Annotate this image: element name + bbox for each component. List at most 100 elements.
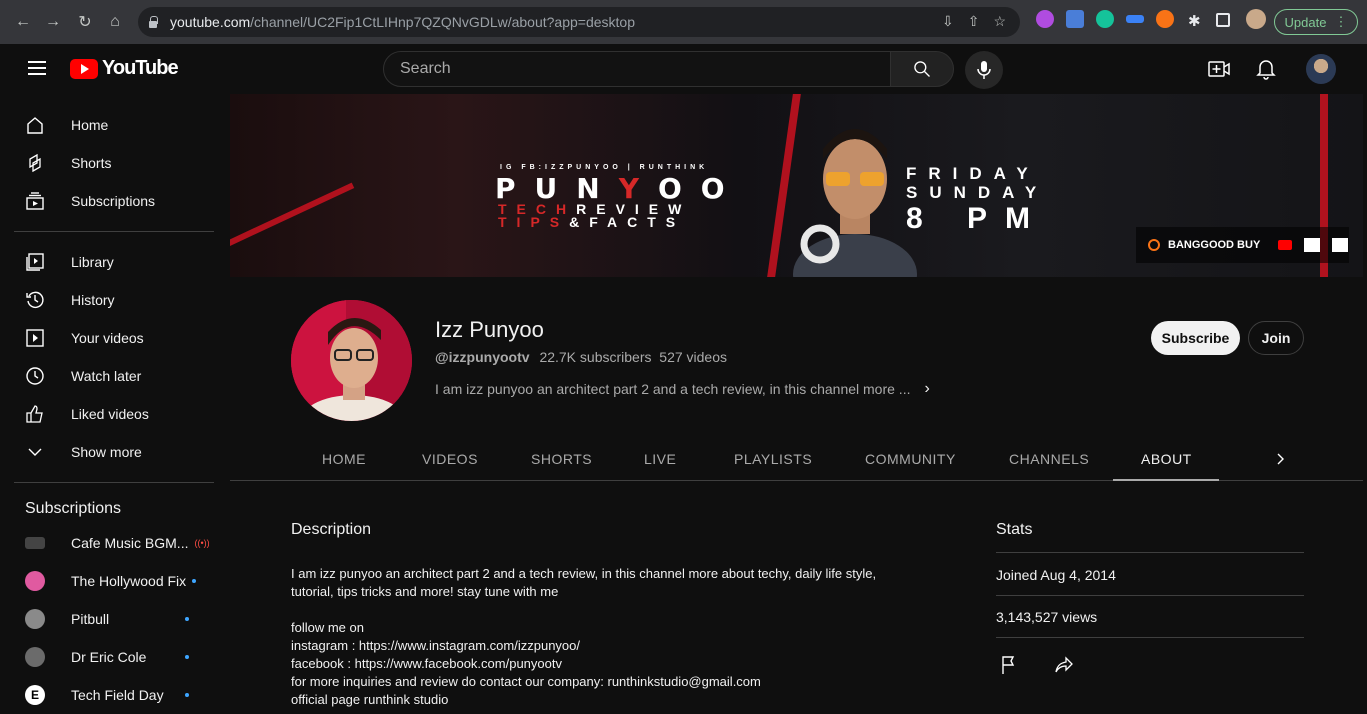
- sidebar-item-library[interactable]: Library: [0, 243, 230, 281]
- voice-search-button[interactable]: [965, 51, 1003, 89]
- sidebar-item-label: Liked videos: [71, 406, 149, 422]
- video-count: 527 videos: [659, 349, 727, 365]
- back-icon[interactable]: ←: [10, 9, 36, 35]
- channel-handle: @izzpunyootv: [435, 349, 530, 365]
- wix-link-icon[interactable]: [1332, 238, 1349, 252]
- sidebar-item-show-more[interactable]: Show more: [0, 433, 230, 471]
- extensions-puzzle-icon[interactable]: ✱: [1188, 12, 1201, 30]
- extension-4-icon[interactable]: [1126, 15, 1144, 23]
- new-content-dot: [185, 617, 189, 621]
- new-content-dot: [192, 579, 197, 583]
- subscription-item[interactable]: E Tech Field Day: [0, 676, 230, 714]
- search-input[interactable]: Search: [383, 51, 891, 87]
- channel-avatar: [25, 609, 45, 629]
- notifications-button[interactable]: [1256, 58, 1276, 85]
- account-avatar[interactable]: [1306, 54, 1336, 84]
- description-body: I am izz punyoo an architect part 2 and …: [291, 565, 931, 709]
- sidebar-item-label: Your videos: [71, 330, 144, 346]
- description-line: official page runthink studio: [291, 692, 449, 707]
- tab-about[interactable]: ABOUT: [1113, 437, 1219, 481]
- sidebar-item-home[interactable]: Home: [0, 106, 230, 144]
- url-host: youtube.com: [170, 14, 251, 30]
- sidebar-item-label: Subscriptions: [71, 193, 156, 209]
- tab-playlists[interactable]: PLAYLISTS: [734, 437, 812, 481]
- sidebar-divider: [14, 231, 214, 232]
- stats-divider: [996, 637, 1304, 638]
- tabs-scroll-right-icon[interactable]: [1270, 449, 1290, 474]
- search-button[interactable]: [890, 51, 954, 87]
- sidebar-item-your-videos[interactable]: Your videos: [0, 319, 230, 357]
- banggood-link[interactable]: BANGGOOD BUY: [1168, 239, 1260, 251]
- banner-schedule: FRIDAY SUNDAY: [906, 164, 1048, 202]
- wix-link-icon[interactable]: [1304, 238, 1321, 252]
- sidebar-item-label: Watch later: [71, 368, 142, 384]
- shorts-icon: [25, 153, 45, 173]
- subscription-label: The Hollywood Fix: [71, 573, 187, 589]
- sidebar-item-label: Library: [71, 254, 114, 270]
- chevron-down-icon: [25, 442, 45, 462]
- search-icon: [914, 61, 930, 77]
- tab-live[interactable]: LIVE: [644, 437, 676, 481]
- sidebar-item-shorts[interactable]: Shorts: [0, 144, 230, 182]
- subscribe-button[interactable]: Subscribe: [1151, 321, 1240, 355]
- bookmark-star-icon[interactable]: ☆: [993, 13, 1006, 30]
- stats-divider: [996, 552, 1304, 553]
- tab-videos[interactable]: VIDEOS: [422, 437, 478, 481]
- sidebar-item-subscriptions[interactable]: Subscriptions: [0, 182, 230, 220]
- install-app-icon[interactable]: ⇩: [942, 13, 954, 30]
- subscription-label: Dr Eric Cole: [71, 649, 147, 665]
- update-button[interactable]: Update ⋮: [1274, 9, 1358, 35]
- youtube-link-icon[interactable]: [1278, 240, 1293, 250]
- subscription-item[interactable]: Dr Eric Cole: [0, 638, 230, 676]
- profile-avatar-icon[interactable]: [1246, 9, 1266, 29]
- subscription-item[interactable]: Pitbull: [0, 600, 230, 638]
- left-sidebar: Home Shorts Subscriptions Library Histor…: [0, 94, 230, 713]
- view-count: 3,143,527 views: [996, 609, 1098, 625]
- home-browser-icon[interactable]: ⌂: [102, 9, 128, 35]
- create-video-button[interactable]: [1208, 60, 1230, 83]
- stats-divider: [996, 595, 1304, 596]
- side-panel-icon[interactable]: [1216, 13, 1230, 27]
- report-flag-icon[interactable]: [1000, 655, 1018, 675]
- channel-short-description[interactable]: I am izz punyoo an architect part 2 and …: [435, 380, 930, 398]
- join-button[interactable]: Join: [1248, 321, 1304, 355]
- banner-line-2: TIPS&FACTS: [498, 214, 685, 230]
- tab-channels[interactable]: CHANNELS: [1009, 437, 1089, 481]
- youtube-logo[interactable]: YouTube: [70, 57, 179, 80]
- lock-icon: [148, 16, 158, 28]
- liked-videos-icon: [25, 404, 45, 424]
- reload-icon[interactable]: ↻: [72, 9, 98, 35]
- channel-name: Izz Punyoo: [435, 317, 544, 342]
- tab-community[interactable]: COMMUNITY: [865, 437, 956, 481]
- banner-links[interactable]: BANGGOOD BUY: [1136, 227, 1349, 263]
- channel-avatar: [25, 571, 45, 591]
- update-label: Update: [1284, 14, 1327, 30]
- description-line: follow me on: [291, 620, 364, 635]
- sidebar-item-liked-videos[interactable]: Liked videos: [0, 395, 230, 433]
- subscription-item[interactable]: The Hollywood Fix: [0, 562, 230, 600]
- banner-facts: &FACTS: [569, 214, 686, 230]
- sidebar-item-history[interactable]: History: [0, 281, 230, 319]
- tab-shorts[interactable]: SHORTS: [531, 437, 592, 481]
- youtube-header: YouTube Search: [0, 44, 1367, 94]
- channel-avatar-photo: [291, 300, 412, 421]
- subscription-item[interactable]: Cafe Music BGM... ((•)): [0, 524, 230, 562]
- share-icon[interactable]: [1054, 655, 1074, 675]
- forward-icon[interactable]: →: [40, 9, 66, 35]
- menu-icon[interactable]: [28, 61, 46, 75]
- extension-1-icon[interactable]: [1036, 10, 1054, 28]
- url-path: /channel/UC2Fip1CtLIHnp7QZQNvGDLw/about?…: [250, 14, 635, 30]
- watch-later-icon: [25, 366, 45, 386]
- sidebar-item-watch-later[interactable]: Watch later: [0, 357, 230, 395]
- grammarly-icon[interactable]: [1096, 10, 1114, 28]
- sidebar-item-label: Shorts: [71, 155, 112, 171]
- extension-5-icon[interactable]: [1156, 10, 1174, 28]
- translate-extension-icon[interactable]: [1066, 10, 1084, 28]
- subscription-label: Cafe Music BGM...: [71, 535, 189, 551]
- share-page-icon[interactable]: ⇧: [968, 13, 980, 30]
- address-bar[interactable]: youtube.com/channel/UC2Fip1CtLIHnp7QZQNv…: [138, 7, 1020, 37]
- joined-date: Joined Aug 4, 2014: [996, 567, 1116, 583]
- tab-home[interactable]: HOME: [322, 437, 366, 481]
- sidebar-item-label: Show more: [71, 444, 142, 460]
- channel-banner: IG FB:IZZPUNYOO | RUNTHINK PUNYOO TECHRE…: [230, 94, 1363, 277]
